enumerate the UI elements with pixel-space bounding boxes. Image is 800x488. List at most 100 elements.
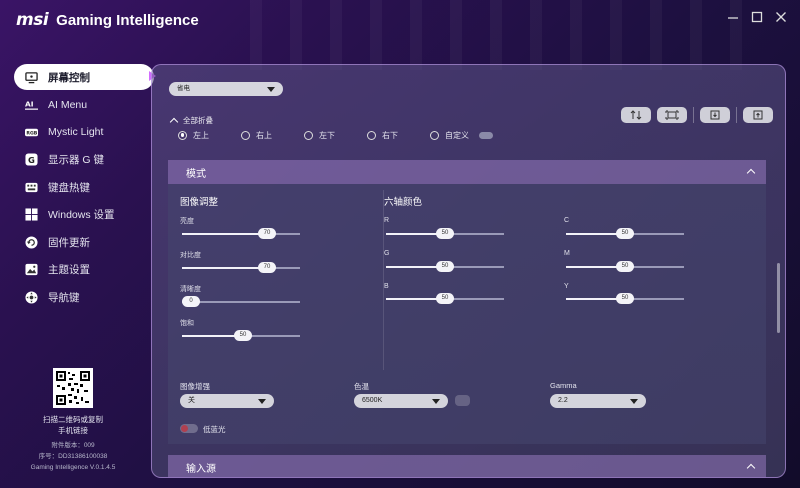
input-source-section-header[interactable]: 输入源: [168, 455, 766, 477]
slider-thumb[interactable]: 50: [436, 293, 454, 304]
red-label: R: [384, 217, 390, 224]
slider-thumb[interactable]: 0: [182, 296, 200, 307]
magenta-slider[interactable]: 50: [566, 261, 684, 272]
radio-label: 左上: [193, 130, 209, 140]
sidebar-item-label: Windows 设置: [48, 209, 115, 221]
color-temp-value: 6500K: [362, 397, 383, 404]
collapse-all-button[interactable]: 全部折叠: [169, 115, 213, 127]
low-blue-light-toggle[interactable]: [180, 424, 198, 433]
radio-custom[interactable]: 自定义: [430, 130, 493, 141]
magenta-label: M: [564, 250, 570, 257]
sidebar-footer: 扫描二维码或复制 手机链接 附件版本：009 序号：DD31386100038 …: [14, 368, 132, 473]
chevron-down-icon: [630, 399, 638, 404]
collapse-all-label: 全部折叠: [183, 116, 213, 125]
qr-code[interactable]: [53, 368, 93, 408]
green-slider[interactable]: 50: [386, 261, 504, 272]
chevron-down-icon: [432, 399, 440, 404]
radio-dot: [241, 130, 250, 140]
sidebar-item-firmware-update[interactable]: 固件更新: [14, 229, 154, 255]
slider-thumb[interactable]: 70: [258, 262, 276, 273]
rgb-icon: RGB: [24, 125, 38, 139]
mode-section-header[interactable]: 模式: [168, 160, 766, 184]
cyan-slider[interactable]: 50: [566, 228, 684, 239]
saturation-label: 饱和: [180, 320, 194, 327]
maximize-icon[interactable]: [750, 10, 764, 24]
radio-top-left[interactable]: 左上: [178, 130, 209, 141]
sidebar: 屏幕控制 AI AI Menu RGB Mystic Light G 显示器 G…: [14, 64, 154, 312]
saturation-slider[interactable]: 50: [182, 330, 300, 341]
radio-label: 左下: [319, 130, 335, 140]
radio-label: 自定义: [445, 130, 469, 140]
position-radio-group: 左上 右上 左下 右下 自定义: [178, 129, 493, 141]
close-icon[interactable]: [774, 10, 788, 24]
radio-dot: [430, 130, 439, 140]
monitor-icon: [24, 70, 38, 84]
screen-icon[interactable]: [657, 107, 687, 123]
radio-top-right[interactable]: 右上: [241, 130, 272, 141]
sidebar-item-keyboard-hotkeys[interactable]: 键盘热键: [14, 174, 154, 200]
brightness-slider[interactable]: 70: [182, 228, 300, 239]
keyboard-icon: [24, 180, 38, 194]
radio-dot: [178, 130, 187, 140]
chevron-down-icon: [258, 399, 266, 404]
sidebar-item-label: 固件更新: [48, 236, 90, 249]
slider-fill: [182, 267, 264, 269]
gamma-dropdown[interactable]: 2.2: [550, 394, 646, 408]
export-icon[interactable]: [743, 107, 773, 123]
blue-slider[interactable]: 50: [386, 293, 504, 304]
yellow-label: Y: [564, 283, 569, 290]
sidebar-item-windows-settings[interactable]: Windows 设置: [14, 202, 154, 228]
slider-thumb[interactable]: 50: [436, 228, 454, 239]
slider-thumb[interactable]: 70: [258, 228, 276, 239]
msi-logo: msi: [16, 10, 49, 30]
image-enhance-value: 关: [188, 397, 195, 404]
minimize-icon[interactable]: [726, 10, 740, 24]
sidebar-item-monitor-g-key[interactable]: G 显示器 G 键: [14, 147, 154, 173]
sidebar-item-label: 显示器 G 键: [48, 154, 105, 166]
sidebar-item-navigation-key[interactable]: 导航键: [14, 284, 154, 310]
scan-hint-line1: 扫描二维码或复制: [43, 415, 103, 424]
sidebar-item-label: AI Menu: [48, 98, 88, 111]
chevron-up-icon: [169, 117, 179, 127]
app-title: Gaming Intelligence: [56, 12, 199, 29]
sidebar-item-screen-control[interactable]: 屏幕控制: [14, 64, 154, 90]
app-version: Gaming Intelligence V.0.1.4.5: [30, 464, 116, 471]
sidebar-item-label: 键盘热键: [48, 181, 90, 194]
ai-icon: AI: [24, 98, 38, 112]
radio-bottom-right[interactable]: 右下: [367, 130, 398, 141]
image-enhance-dropdown[interactable]: 关: [180, 394, 274, 408]
slider-thumb[interactable]: 50: [436, 261, 454, 272]
custom-toggle[interactable]: [479, 131, 493, 139]
theme-icon: [24, 263, 38, 277]
chevron-up-icon: [746, 168, 756, 178]
color-temp-dropdown[interactable]: 6500K: [354, 394, 448, 408]
low-blue-light-label: 低蓝光: [203, 425, 226, 434]
sort-icon[interactable]: [621, 107, 651, 123]
preset-dropdown[interactable]: 省电: [169, 82, 283, 96]
windows-icon: [24, 208, 38, 222]
sidebar-item-theme-settings[interactable]: 主题设置: [14, 257, 154, 283]
radio-bottom-left[interactable]: 左下: [304, 130, 335, 141]
preset-value: 省电: [177, 85, 190, 92]
sidebar-item-ai-menu[interactable]: AI AI Menu: [14, 92, 154, 118]
slider-thumb[interactable]: 50: [616, 261, 634, 272]
slider-thumb[interactable]: 50: [616, 293, 634, 304]
contrast-slider[interactable]: 70: [182, 262, 300, 273]
color-temp-label: 色温: [354, 382, 369, 391]
mode-section-title: 模式: [186, 168, 206, 180]
sharpness-slider[interactable]: 0: [182, 296, 300, 307]
slider-thumb[interactable]: 50: [234, 330, 252, 341]
input-source-title: 输入源: [186, 463, 216, 475]
radio-dot: [367, 130, 376, 140]
red-slider[interactable]: 50: [386, 228, 504, 239]
sidebar-item-label: Mystic Light: [48, 126, 104, 138]
yellow-slider[interactable]: 50: [566, 293, 684, 304]
blue-label: B: [384, 283, 389, 290]
slider-thumb[interactable]: 50: [616, 228, 634, 239]
cyan-label: C: [564, 217, 570, 224]
sidebar-item-mystic-light[interactable]: RGB Mystic Light: [14, 119, 154, 145]
download-icon[interactable]: [700, 107, 730, 123]
color-temp-custom-button[interactable]: [455, 395, 470, 406]
contrast-label: 对比度: [180, 252, 201, 259]
scrollbar[interactable]: [777, 263, 780, 333]
